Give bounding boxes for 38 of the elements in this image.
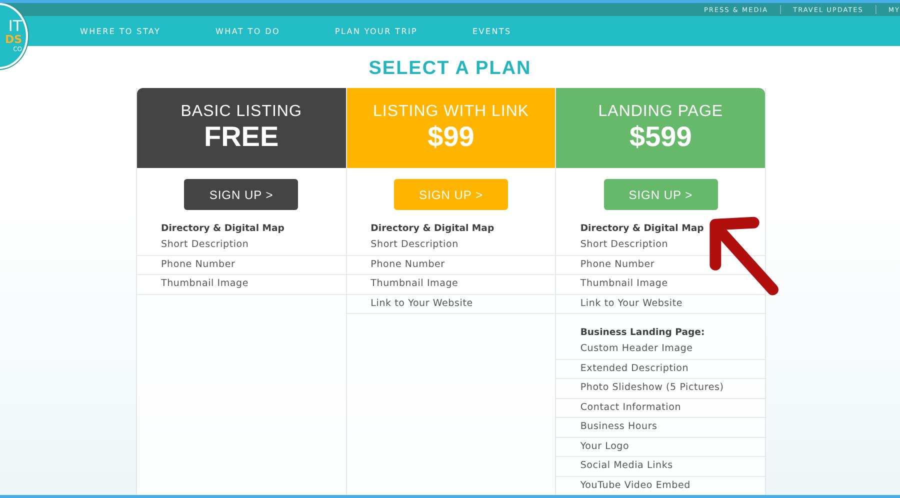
separator: |	[778, 4, 784, 14]
feature-heading: Business Landing Page:	[579, 326, 706, 340]
feature-heading: Directory & Digital Map	[579, 222, 705, 236]
feature-item: Thumbnail Image	[556, 275, 766, 294]
feature-item: Thumbnail Image	[346, 275, 556, 294]
nav-link[interactable]: WHAT TO DO	[216, 26, 280, 36]
nav-link[interactable]: PLAN YOUR TRIP	[334, 26, 418, 36]
plan-name: LANDING PAGE	[598, 103, 724, 121]
feature-item: Social Media Links	[556, 457, 766, 476]
sign-up-button[interactable]: SIGN UP >	[394, 179, 508, 210]
plan-price: $599	[630, 121, 692, 153]
feature-item: Thumbnail Image	[137, 275, 346, 294]
feature-item: Phone Number	[556, 256, 766, 275]
sign-up-button[interactable]: SIGN UP >	[604, 179, 718, 210]
feature-heading: Directory & Digital Map	[160, 222, 286, 236]
plan-price: FREE	[204, 121, 279, 153]
feature-item: Short Description	[137, 236, 346, 256]
separator: |	[873, 4, 878, 14]
nav-link[interactable]: WHERE TO STAY	[80, 26, 161, 36]
nav-link[interactable]: EVENTS	[472, 26, 512, 36]
feature-item: Your Logo	[556, 438, 766, 457]
feature-item: Link to Your Website	[556, 294, 766, 314]
feature-item: Business Hours	[556, 418, 766, 438]
feature-item: Link to Your Website	[346, 294, 556, 314]
feature-item: Short Description	[346, 236, 556, 256]
feature-item: Extended Description	[556, 360, 766, 379]
plan-name: LISTING WITH LINK	[372, 103, 530, 121]
sign-up-button[interactable]: SIGN UP >	[184, 179, 298, 210]
feature-item: Phone Number	[346, 256, 556, 275]
page-title: SELECT A PLAN	[368, 58, 532, 80]
feature-item: Phone Number	[137, 256, 346, 275]
feature-item: Contact Information	[556, 398, 766, 418]
feature-item: Short Description	[556, 236, 766, 256]
feature-item: Custom Header Image	[556, 340, 766, 360]
plan-price: $99	[428, 121, 474, 153]
feature-heading: Directory & Digital Map	[370, 222, 496, 236]
feature-item: Photo Slideshow (5 Pictures)	[556, 379, 766, 398]
plan-name: BASIC LISTING	[180, 103, 302, 121]
